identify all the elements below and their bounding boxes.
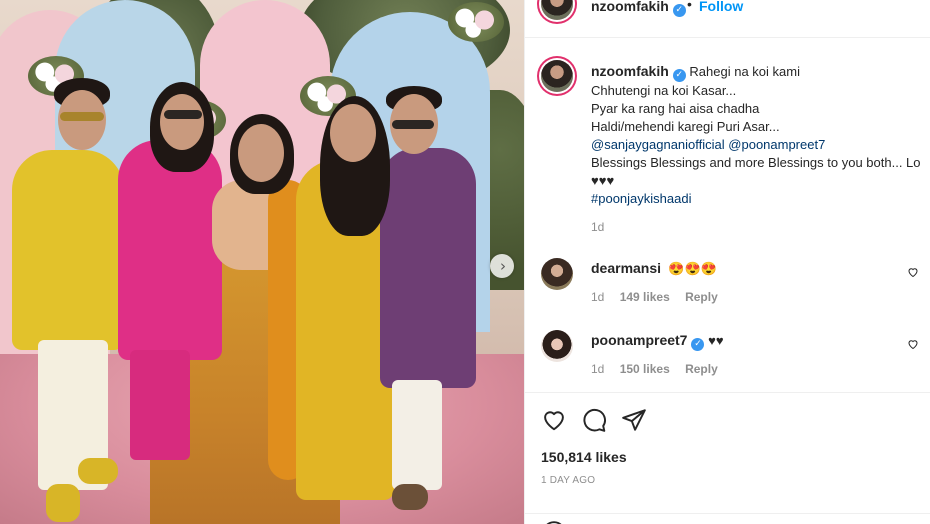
share-icon [622, 409, 646, 431]
hashtag-link[interactable]: #poonjaykishaadi [591, 191, 691, 206]
emoji-icon[interactable] [541, 520, 567, 524]
caption-line: Rahegi na koi kami [689, 64, 800, 79]
comment-username[interactable]: poonampreet7 [591, 332, 687, 348]
caption-time[interactable]: 1d [591, 220, 604, 234]
person-5-jacket [380, 148, 476, 388]
person-face [330, 104, 376, 162]
person-5-shoe [392, 484, 428, 510]
comment-likes[interactable]: 150 likes [620, 362, 670, 376]
caption-text: nzoomfakih ✓ Rahegi na koi kami Chhutengi… [591, 62, 930, 208]
add-comment-row [525, 513, 930, 524]
mention-link[interactable]: @poonampreet7 [728, 137, 825, 152]
comment-body: ♥♥ [708, 333, 724, 348]
comment-username[interactable]: dearmansi [591, 260, 661, 276]
person-5-pants [392, 380, 442, 490]
comment-meta: 1d 149 likes Reply [591, 290, 730, 304]
post-timestamp[interactable]: 1 DAY AGO [541, 475, 595, 486]
avatar[interactable] [541, 0, 573, 20]
comment-text: dearmansi 😍😍😍 [591, 260, 717, 277]
mention-link[interactable]: @sanjaygagnaniofficial [591, 137, 725, 152]
follow-button[interactable]: Follow [699, 0, 743, 14]
person-2-pants [130, 350, 190, 460]
caption-line: Haldi/mehendi karegi Puri Asar... [591, 119, 780, 134]
verified-badge-icon: ✓ [672, 69, 686, 82]
share-button[interactable] [621, 407, 647, 433]
verified-badge-icon: ✓ [672, 4, 686, 17]
person-face [238, 124, 284, 182]
avatar[interactable] [541, 330, 573, 362]
username-text[interactable]: nzoomfakih [591, 0, 669, 14]
comment-meta: 1d 150 likes Reply [591, 362, 730, 376]
heart-icon[interactable] [907, 338, 919, 350]
comment-text: poonampreet7 ✓ ♥♥ [591, 332, 724, 351]
post-header: nzoomfakih ✓ • Follow [525, 0, 930, 38]
caption-line: Blessings Blessings and more Blessings t… [591, 155, 921, 170]
comment-body: 😍😍😍 [668, 261, 717, 276]
reply-button[interactable]: Reply [685, 290, 718, 304]
caption-hearts: ♥♥♥ [591, 173, 615, 188]
person-1-shoe [46, 484, 80, 522]
person-1-shoe [78, 458, 118, 484]
comment-button[interactable] [581, 407, 607, 433]
comment-item: poonampreet7 ✓ ♥♥ 1d 150 likes Reply [525, 330, 930, 390]
post-actions: 150,814 likes 1 DAY AGO [525, 392, 930, 524]
flower-decor [448, 2, 504, 42]
verified-badge-icon: ✓ [691, 338, 705, 351]
carousel-next-button[interactable]: › [490, 254, 514, 278]
comment-time[interactable]: 1d [591, 362, 604, 376]
avatar[interactable] [541, 60, 573, 92]
caption-line: Chhutengi na koi Kasar... [591, 83, 737, 98]
chevron-right-icon: › [500, 256, 506, 275]
caption-line: Pyar ka rang hai aisa chadha [591, 101, 760, 116]
like-button[interactable] [541, 407, 567, 433]
reply-button[interactable]: Reply [685, 362, 718, 376]
post-side-panel: nzoomfakih ✓ • Follow nzoomfakih ✓ Rahegi … [524, 0, 930, 524]
sunglasses [60, 112, 104, 121]
sunglasses [164, 110, 202, 119]
separator-dot: • [687, 0, 692, 12]
post-photo[interactable]: › [0, 0, 524, 524]
person-2-kurta [118, 140, 222, 360]
likes-count[interactable]: 150,814 likes [541, 449, 627, 465]
comment-time[interactable]: 1d [591, 290, 604, 304]
comment-icon [583, 408, 606, 432]
comment-item: dearmansi 😍😍😍 1d 149 likes Reply [525, 258, 930, 318]
person-face [160, 94, 204, 150]
header-username[interactable]: nzoomfakih ✓ [591, 0, 686, 17]
person-1-kurta [12, 150, 124, 350]
comment-likes[interactable]: 149 likes [620, 290, 670, 304]
heart-icon [544, 411, 564, 431]
heart-icon[interactable] [907, 266, 919, 278]
sunglasses [392, 120, 434, 129]
caption-username[interactable]: nzoomfakih [591, 63, 669, 79]
avatar[interactable] [541, 258, 573, 290]
